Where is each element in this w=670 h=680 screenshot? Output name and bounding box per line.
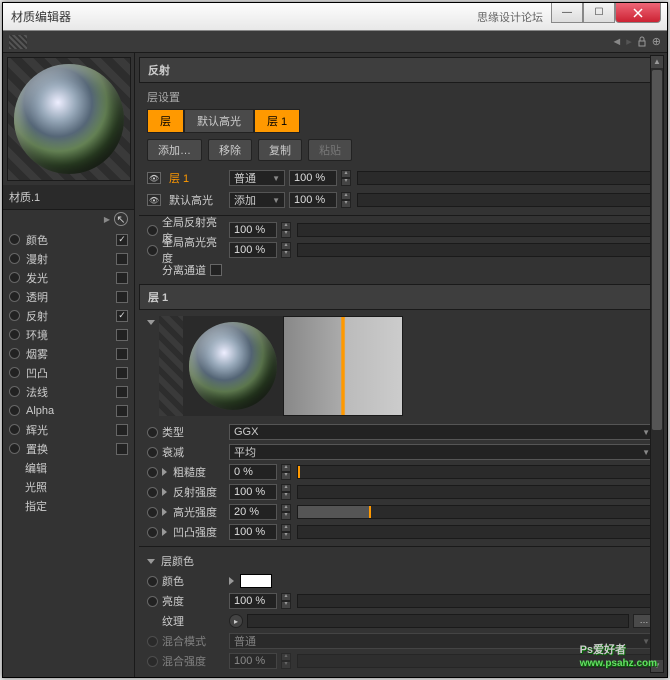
global-reflection-slider[interactable] [297, 223, 655, 237]
brightness-field[interactable]: 100 % [229, 593, 277, 609]
lock-icon[interactable] [636, 36, 648, 48]
scroll-down-icon[interactable]: ▼ [651, 660, 663, 672]
specular-strength-field[interactable]: 20 % [229, 504, 277, 520]
visibility-toggle[interactable]: 👁 [147, 194, 161, 206]
window-title: 材质编辑器 [7, 8, 477, 25]
collapse-icon[interactable] [147, 559, 155, 564]
layer-preview-gradient[interactable] [283, 316, 403, 416]
copy-button[interactable]: 复制 [258, 139, 302, 161]
sidebar: 材质.1 ▶ ↖ 颜色 漫射 发光 透明 反射 环境 烟雾 凹凸 法线 Alph… [3, 53, 135, 677]
channel-glow[interactable]: 辉光 [3, 420, 134, 439]
visibility-toggle[interactable]: 👁 [147, 172, 161, 184]
channel-list: 颜色 漫射 发光 透明 反射 环境 烟雾 凹凸 法线 Alpha 辉光 置换 编… [3, 228, 134, 517]
layer-row-layer1[interactable]: 👁 层 1 普通▼ 100 % ▴▾ [147, 167, 655, 189]
channel-picker-icon[interactable]: ↖ [114, 212, 128, 226]
toolbar: ◄ ▸ ⊕ [3, 31, 667, 53]
paste-button[interactable]: 粘贴 [308, 139, 352, 161]
brightness-slider[interactable] [297, 594, 655, 608]
channel-displacement[interactable]: 置换 [3, 439, 134, 458]
layer-opacity-field[interactable]: 100 % [289, 170, 337, 186]
add-button[interactable]: 添加… [147, 139, 202, 161]
global-specular-row: 全局高光亮度 100 % ▴▾ [139, 240, 663, 260]
channel-fog[interactable]: 烟雾 [3, 344, 134, 363]
mix-strength-field: 100 % [229, 653, 277, 669]
scroll-up-icon[interactable]: ▲ [651, 56, 663, 68]
type-select[interactable]: GGX▼ [229, 424, 655, 440]
layer-color-header: 层颜色 [161, 553, 194, 569]
main-panel: 反射 层设置 层 默认高光 层 1 添加… 移除 复制 粘贴 👁 层 1 普通▼… [135, 53, 667, 677]
nav-right-icon[interactable]: ▸ [626, 35, 632, 48]
reflection-strength-slider[interactable] [297, 485, 655, 499]
sidebar-illumination[interactable]: 光照 [3, 477, 134, 496]
titlebar[interactable]: 材质编辑器 思缘设计论坛 — ☐ [3, 3, 667, 31]
spinner[interactable]: ▴▾ [341, 192, 351, 208]
maximize-button[interactable]: ☐ [583, 3, 615, 23]
channel-alpha[interactable]: Alpha [3, 401, 134, 420]
blend-mode-select[interactable]: 普通▼ [229, 170, 285, 186]
preview-hatch [159, 316, 183, 416]
blend-mode-select[interactable]: 添加▼ [229, 192, 285, 208]
forum-label: 思缘设计论坛 [477, 9, 543, 25]
layer-opacity-slider[interactable] [357, 193, 655, 207]
channel-reflectance[interactable]: 反射 [3, 306, 134, 325]
collapse-icon[interactable] [147, 320, 155, 325]
minimize-button[interactable]: — [551, 3, 583, 23]
material-name[interactable]: 材质.1 [3, 185, 134, 210]
layer-preview-sphere[interactable] [183, 316, 283, 416]
texture-menu-button[interactable]: ▸ [229, 614, 243, 628]
separate-pass-checkbox[interactable] [210, 264, 222, 276]
reflection-strength-field[interactable]: 100 % [229, 484, 277, 500]
layer-tabs: 层 默认高光 层 1 [139, 109, 663, 139]
sidebar-assign[interactable]: 指定 [3, 496, 134, 515]
remove-button[interactable]: 移除 [208, 139, 252, 161]
channel-environment[interactable]: 环境 [3, 325, 134, 344]
channel-normal[interactable]: 法线 [3, 382, 134, 401]
pin-icon[interactable]: ⊕ [652, 35, 661, 48]
channel-diffuse[interactable]: 漫射 [3, 249, 134, 268]
tab-default-specular[interactable]: 默认高光 [184, 109, 254, 133]
nav-left-icon[interactable]: ◄ [611, 36, 622, 48]
grip-icon[interactable] [9, 35, 27, 49]
texture-field[interactable] [247, 614, 629, 628]
channel-color[interactable]: 颜色 [3, 230, 134, 249]
global-specular-slider[interactable] [297, 243, 655, 257]
reflectance-header: 反射 [139, 57, 663, 83]
spinner[interactable]: ▴▾ [281, 242, 291, 258]
layer-settings-label: 层设置 [139, 83, 663, 109]
layer-row-default-specular[interactable]: 👁 默认高光 添加▼ 100 % ▴▾ [147, 189, 655, 211]
channel-menu-arrow-icon[interactable]: ▶ [104, 215, 110, 224]
channel-bump[interactable]: 凹凸 [3, 363, 134, 382]
tab-layer1[interactable]: 层 1 [254, 109, 300, 133]
layer-opacity-field[interactable]: 100 % [289, 192, 337, 208]
roughness-slider[interactable] [297, 465, 655, 479]
mix-strength-slider [297, 654, 655, 668]
tab-layers[interactable]: 层 [147, 109, 184, 133]
spinner[interactable]: ▴▾ [341, 170, 351, 186]
close-button[interactable] [615, 3, 661, 23]
specular-strength-slider[interactable] [297, 505, 655, 519]
scrollbar[interactable]: ▲ ▼ [650, 55, 664, 673]
color-expand-icon[interactable] [229, 577, 234, 585]
material-editor-window: 材质编辑器 思缘设计论坛 — ☐ ◄ ▸ ⊕ 材质.1 ▶ ↖ 颜色 漫射 [2, 2, 668, 678]
global-specular-field[interactable]: 100 % [229, 242, 277, 258]
global-reflection-field[interactable]: 100 % [229, 222, 277, 238]
channel-luminance[interactable]: 发光 [3, 268, 134, 287]
layer-opacity-slider[interactable] [357, 171, 655, 185]
sidebar-edit[interactable]: 编辑 [3, 458, 134, 477]
layer1-header: 层 1 [139, 284, 663, 310]
material-preview-large[interactable] [7, 57, 131, 181]
channel-transparency[interactable]: 透明 [3, 287, 134, 306]
scroll-thumb[interactable] [652, 70, 662, 430]
bump-strength-slider[interactable] [297, 525, 655, 539]
preview-sphere [14, 64, 124, 174]
roughness-field[interactable]: 0 % [229, 464, 277, 480]
bump-strength-field[interactable]: 100 % [229, 524, 277, 540]
mix-mode-select: 普通▼ [229, 633, 655, 649]
attenuation-select[interactable]: 平均▼ [229, 444, 655, 460]
spinner[interactable]: ▴▾ [281, 222, 291, 238]
color-swatch[interactable] [240, 574, 272, 588]
